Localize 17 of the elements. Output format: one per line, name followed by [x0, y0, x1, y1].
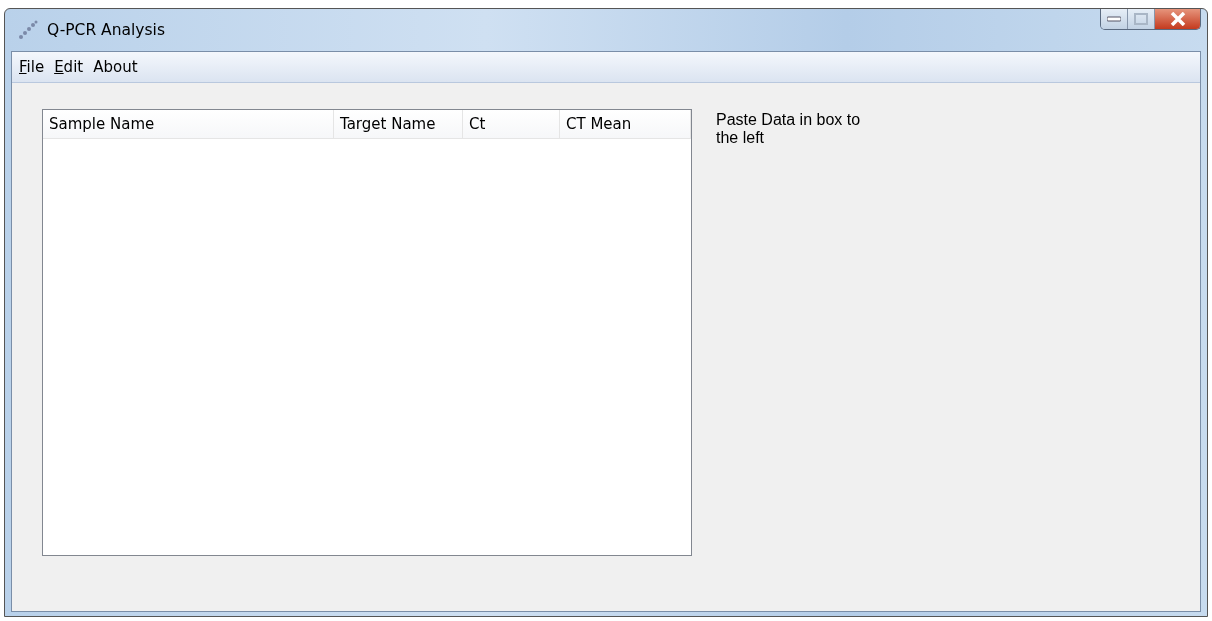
maximize-icon [1134, 13, 1148, 25]
close-button[interactable] [1155, 9, 1200, 29]
minimize-icon [1107, 16, 1121, 22]
column-header[interactable]: Target Name [334, 110, 463, 138]
menu-item[interactable]: About [88, 56, 143, 78]
app-icon [17, 19, 39, 41]
maximize-button[interactable] [1128, 9, 1155, 29]
menu-item[interactable]: File [14, 56, 50, 78]
menu-item[interactable]: Edit [49, 56, 89, 78]
minimize-button[interactable] [1101, 9, 1128, 29]
column-header[interactable]: CT Mean [560, 110, 691, 138]
column-header[interactable]: Sample Name [43, 110, 334, 138]
instruction-text: Paste Data in box to the left [716, 111, 862, 148]
data-list[interactable]: Sample Name Target Name Ct CT Mean [42, 109, 692, 556]
window-title: Q-PCR Analysis [47, 21, 165, 39]
column-header[interactable]: Ct [463, 110, 560, 138]
close-icon [1169, 12, 1186, 26]
